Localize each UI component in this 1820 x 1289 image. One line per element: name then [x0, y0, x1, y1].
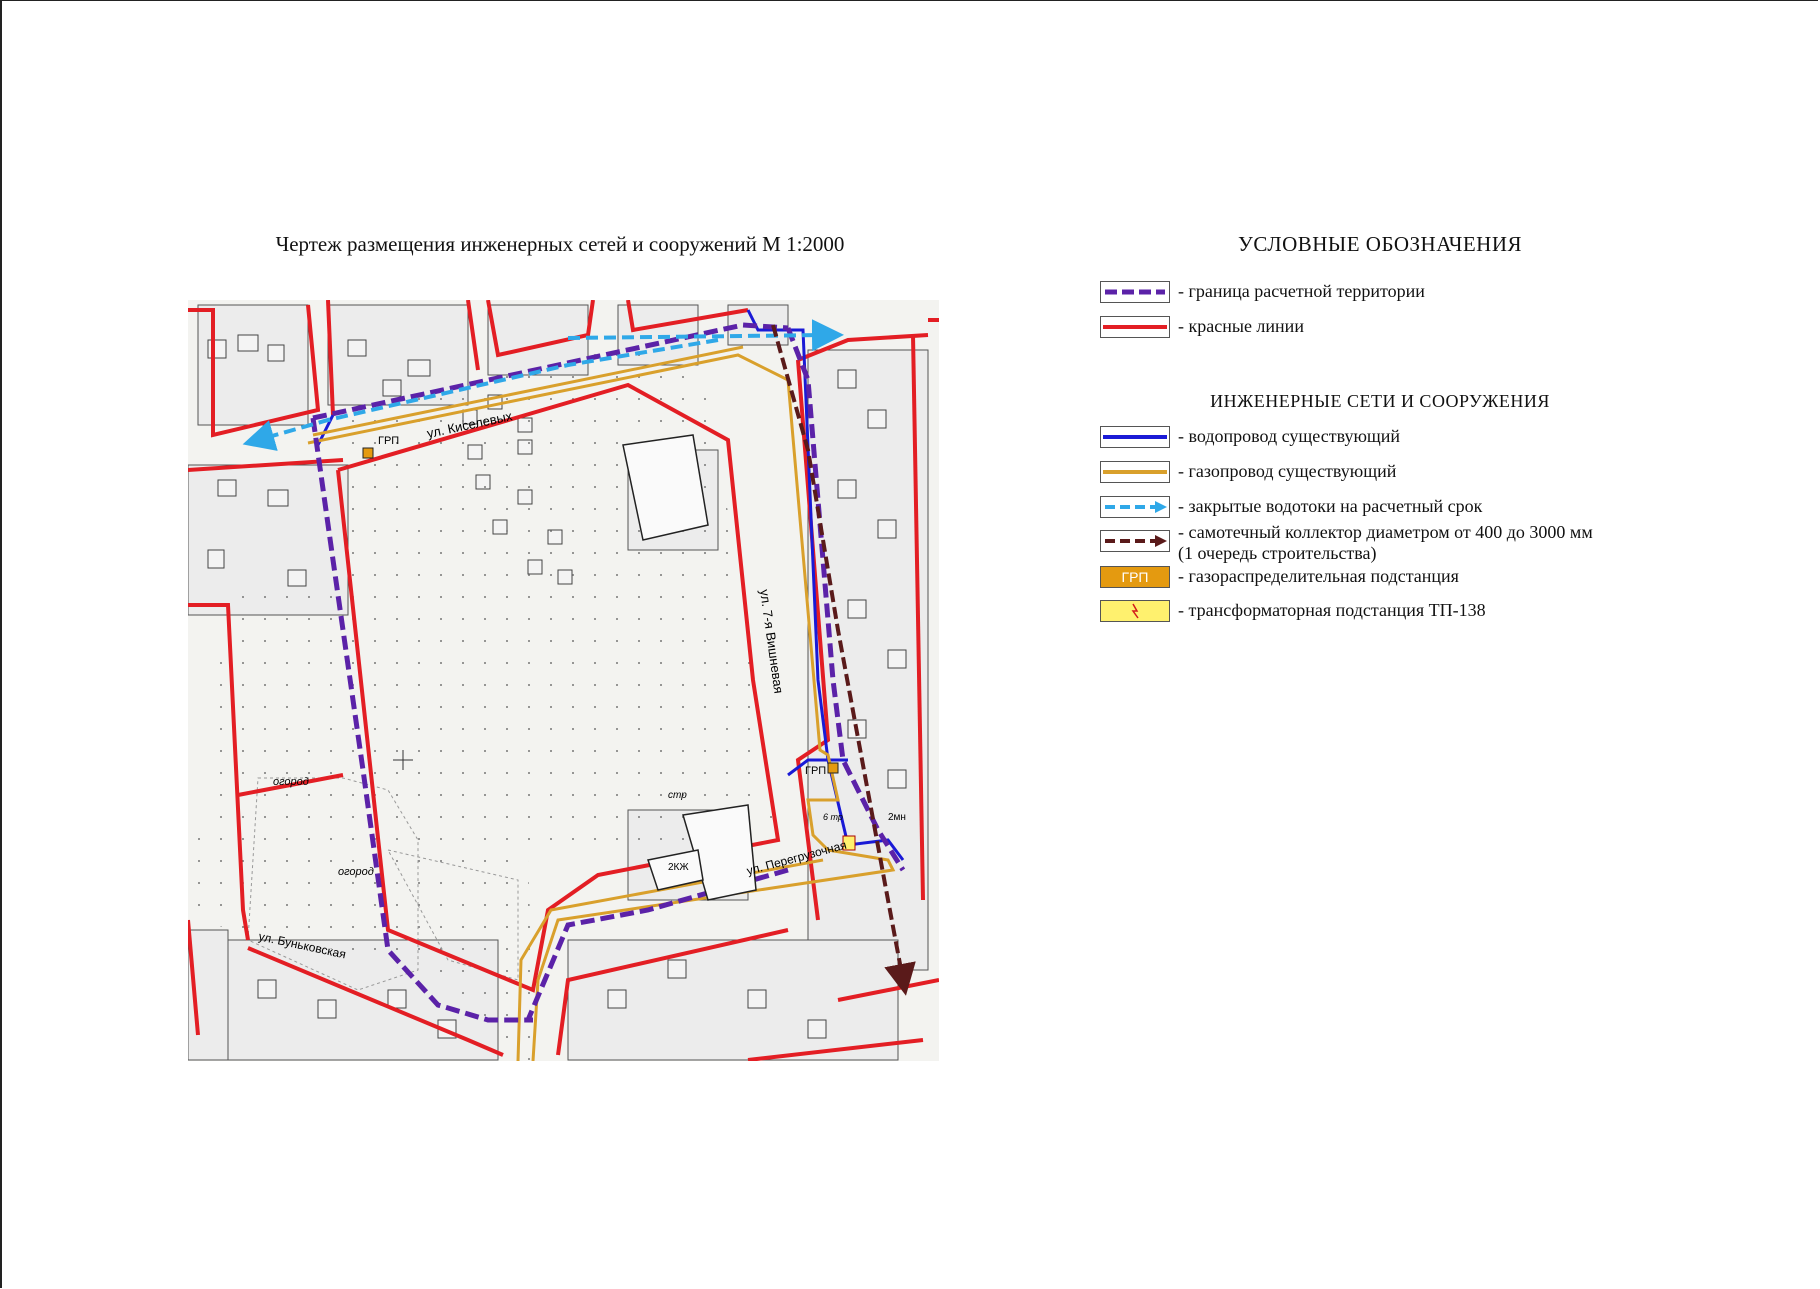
- light-blue-dashed-arrow-icon: [1100, 496, 1170, 518]
- red-line-icon: [1100, 316, 1170, 338]
- legend-item-watercourse: - закрытые водотоки на расчетный срок: [1100, 496, 1482, 518]
- grp-label-1: ГРП: [378, 435, 399, 447]
- legend-item-label-cont: (1 очередь строительства): [1178, 543, 1377, 563]
- grp-label-2: ГРП: [805, 765, 826, 777]
- legend-item-grp: ГРП - газораспределительная подстанция: [1100, 566, 1459, 588]
- legend-item-boundary: - граница расчетной территории: [1100, 281, 1425, 303]
- two-mn-label: 2мн: [888, 812, 906, 823]
- legend-item-label: - газопровод существующий: [1178, 461, 1397, 481]
- dashed-purple-line-icon: [1100, 281, 1170, 303]
- legend-item-label: - граница расчетной территории: [1178, 281, 1425, 301]
- legend-item-label: - красные линии: [1178, 316, 1304, 336]
- legend-item-collector: - самотечный коллектор диаметром от 400 …: [1100, 522, 1593, 564]
- blue-line-icon: [1100, 426, 1170, 448]
- grp-box-icon: ГРП: [1100, 566, 1170, 588]
- legend-item-label: - трансформаторная подстанция ТП-138: [1178, 600, 1486, 620]
- legend-item-water: - водопровод существующий: [1100, 426, 1400, 448]
- grp-marker-1[interactable]: [362, 447, 374, 459]
- tp-box-icon: [1100, 600, 1170, 622]
- str-label: стр: [668, 790, 687, 801]
- legend-networks-title: ИНЖЕНЕРНЫЕ СЕТИ И СООРУЖЕНИЯ: [1210, 391, 1550, 411]
- legend-item-label: - закрытые водотоки на расчетный срок: [1178, 496, 1483, 516]
- map-title: Чертеж размещения инженерных сетей и соо…: [275, 232, 845, 256]
- legend-item-red-lines: - красные линии: [1100, 316, 1304, 338]
- two-kzh-label: 2КЖ: [668, 862, 689, 873]
- tp-6-label: 6 тр: [823, 812, 843, 822]
- ogorod-label-2: огород: [338, 866, 374, 878]
- site-plan-map[interactable]: ГРП ГРП ул. Киселевых ул. 7-я Вишневая у…: [188, 300, 939, 1061]
- legend-item-tp: - трансформаторная подстанция ТП-138: [1100, 600, 1486, 622]
- legend-item-label: - газораспределительная подстанция: [1178, 566, 1459, 586]
- legend-item-gas: - газопровод существующий: [1100, 461, 1396, 483]
- orange-line-icon: [1100, 461, 1170, 483]
- grp-marker-2[interactable]: [827, 762, 839, 774]
- ogorod-label-1: огород: [273, 776, 309, 788]
- legend-title: УСЛОВНЫЕ ОБОЗНАЧЕНИЯ: [1237, 232, 1523, 256]
- brown-dashed-arrow-icon: [1100, 530, 1170, 552]
- legend-item-label: - самотечный коллектор диаметром от 400 …: [1178, 522, 1593, 542]
- legend-item-label: - водопровод существующий: [1178, 426, 1401, 446]
